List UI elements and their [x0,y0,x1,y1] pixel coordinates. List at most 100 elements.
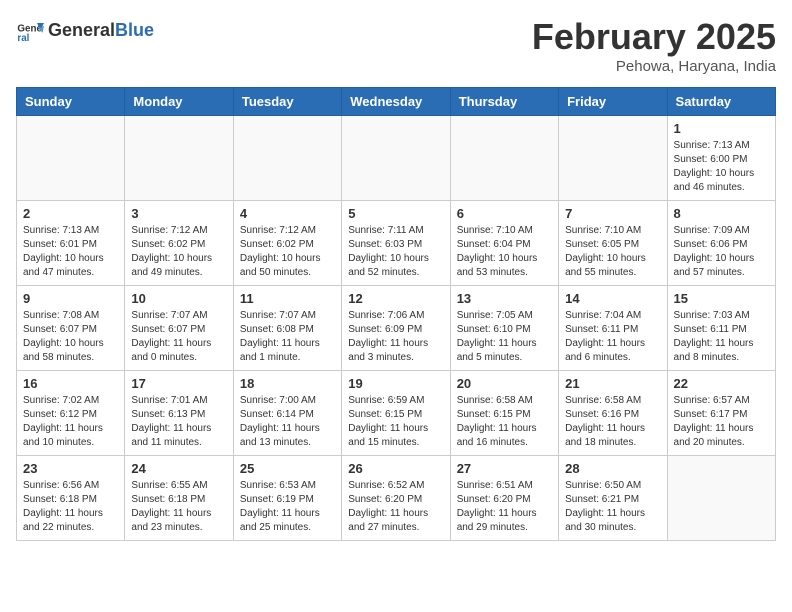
page-header: Gene ral GeneralBlue February 2025 Pehow… [16,16,776,75]
calendar-cell: 14Sunrise: 7:04 AM Sunset: 6:11 PM Dayli… [559,286,667,371]
calendar-cell: 5Sunrise: 7:11 AM Sunset: 6:03 PM Daylig… [342,201,450,286]
day-number: 16 [23,376,118,391]
day-info: Sunrise: 7:10 AM Sunset: 6:04 PM Dayligh… [457,224,552,280]
day-number: 11 [240,291,335,306]
day-info: Sunrise: 6:57 AM Sunset: 6:17 PM Dayligh… [674,394,769,450]
day-info: Sunrise: 7:13 AM Sunset: 6:00 PM Dayligh… [674,139,769,195]
weekday-header-wednesday: Wednesday [342,88,450,116]
day-number: 6 [457,206,552,221]
calendar-cell: 26Sunrise: 6:52 AM Sunset: 6:20 PM Dayli… [342,456,450,541]
day-info: Sunrise: 6:58 AM Sunset: 6:15 PM Dayligh… [457,394,552,450]
day-info: Sunrise: 7:00 AM Sunset: 6:14 PM Dayligh… [240,394,335,450]
calendar-cell: 28 Sunrise: 6:50 AM Sunset: 6:21 PM Dayli… [559,456,667,541]
calendar-week-row: 23Sunrise: 6:56 AM Sunset: 6:18 PM Dayli… [17,456,776,541]
calendar-cell [559,116,667,201]
calendar-week-row: 1 Sunrise: 7:13 AM Sunset: 6:00 PM Daylig… [17,116,776,201]
calendar-cell: 19 Sunrise: 6:59 AM Sunset: 6:15 PM Dayli… [342,371,450,456]
day-info: Sunrise: 6:59 AM Sunset: 6:15 PM Dayligh… [348,394,443,450]
calendar-cell: 2 Sunrise: 7:13 AM Sunset: 6:01 PM Daylig… [17,201,125,286]
title-block: February 2025 Pehowa, Haryana, India [532,16,776,75]
calendar-cell: 27Sunrise: 6:51 AM Sunset: 6:20 PM Dayli… [450,456,558,541]
day-number: 1 [674,121,769,136]
calendar-title: February 2025 [532,16,776,58]
day-info: Sunrise: 6:51 AM Sunset: 6:20 PM Dayligh… [457,479,552,535]
day-info: Sunrise: 6:50 AM Sunset: 6:21 PM Dayligh… [565,479,660,535]
calendar-cell: 17Sunrise: 7:01 AM Sunset: 6:13 PM Dayli… [125,371,233,456]
day-number: 2 [23,206,118,221]
logo-general-text: General [48,20,115,40]
calendar-cell: 25 Sunrise: 6:53 AM Sunset: 6:19 PM Dayli… [233,456,341,541]
calendar-week-row: 2 Sunrise: 7:13 AM Sunset: 6:01 PM Daylig… [17,201,776,286]
calendar-cell: 20 Sunrise: 6:58 AM Sunset: 6:15 PM Dayli… [450,371,558,456]
day-number: 9 [23,291,118,306]
day-number: 10 [131,291,226,306]
day-info: Sunrise: 7:09 AM Sunset: 6:06 PM Dayligh… [674,224,769,280]
calendar-cell: 10 Sunrise: 7:07 AM Sunset: 6:07 PM Dayli… [125,286,233,371]
day-info: Sunrise: 6:58 AM Sunset: 6:16 PM Dayligh… [565,394,660,450]
day-number: 3 [131,206,226,221]
calendar-week-row: 16 Sunrise: 7:02 AM Sunset: 6:12 PM Dayli… [17,371,776,456]
day-number: 17 [131,376,226,391]
calendar-cell: 21 Sunrise: 6:58 AM Sunset: 6:16 PM Dayli… [559,371,667,456]
day-info: Sunrise: 6:53 AM Sunset: 6:19 PM Dayligh… [240,479,335,535]
calendar-cell: 13Sunrise: 7:05 AM Sunset: 6:10 PM Dayli… [450,286,558,371]
day-number: 20 [457,376,552,391]
logo-blue-text: Blue [115,20,154,40]
calendar-cell: 7 Sunrise: 7:10 AM Sunset: 6:05 PM Daylig… [559,201,667,286]
day-number: 15 [674,291,769,306]
calendar-location: Pehowa, Haryana, India [532,58,776,75]
day-info: Sunrise: 7:06 AM Sunset: 6:09 PM Dayligh… [348,309,443,365]
day-number: 23 [23,461,118,476]
calendar-cell: 9 Sunrise: 7:08 AM Sunset: 6:07 PM Daylig… [17,286,125,371]
calendar-cell: 12 Sunrise: 7:06 AM Sunset: 6:09 PM Dayli… [342,286,450,371]
calendar-week-row: 9 Sunrise: 7:08 AM Sunset: 6:07 PM Daylig… [17,286,776,371]
day-number: 12 [348,291,443,306]
calendar-cell: 16 Sunrise: 7:02 AM Sunset: 6:12 PM Dayli… [17,371,125,456]
calendar-cell: 1 Sunrise: 7:13 AM Sunset: 6:00 PM Daylig… [667,116,775,201]
day-number: 21 [565,376,660,391]
weekday-header-sunday: Sunday [17,88,125,116]
day-number: 8 [674,206,769,221]
weekday-header-thursday: Thursday [450,88,558,116]
day-number: 26 [348,461,443,476]
calendar-cell [125,116,233,201]
day-number: 5 [348,206,443,221]
calendar-cell: 18 Sunrise: 7:00 AM Sunset: 6:14 PM Dayli… [233,371,341,456]
day-info: Sunrise: 7:12 AM Sunset: 6:02 PM Dayligh… [131,224,226,280]
day-number: 24 [131,461,226,476]
calendar-cell [342,116,450,201]
day-number: 18 [240,376,335,391]
day-number: 7 [565,206,660,221]
weekday-header-monday: Monday [125,88,233,116]
calendar-cell: 11 Sunrise: 7:07 AM Sunset: 6:08 PM Dayli… [233,286,341,371]
calendar-cell: 22 Sunrise: 6:57 AM Sunset: 6:17 PM Dayli… [667,371,775,456]
day-info: Sunrise: 6:55 AM Sunset: 6:18 PM Dayligh… [131,479,226,535]
svg-text:ral: ral [17,33,29,44]
weekday-header-tuesday: Tuesday [233,88,341,116]
day-number: 22 [674,376,769,391]
day-number: 28 [565,461,660,476]
calendar-cell: 6 Sunrise: 7:10 AM Sunset: 6:04 PM Daylig… [450,201,558,286]
day-number: 14 [565,291,660,306]
calendar-cell: 15Sunrise: 7:03 AM Sunset: 6:11 PM Dayli… [667,286,775,371]
day-info: Sunrise: 7:07 AM Sunset: 6:08 PM Dayligh… [240,309,335,365]
day-info: Sunrise: 7:10 AM Sunset: 6:05 PM Dayligh… [565,224,660,280]
calendar-cell: 24 Sunrise: 6:55 AM Sunset: 6:18 PM Dayli… [125,456,233,541]
weekday-header-row: SundayMondayTuesdayWednesdayThursdayFrid… [17,88,776,116]
logo: Gene ral GeneralBlue [16,16,154,44]
calendar-cell: 8 Sunrise: 7:09 AM Sunset: 6:06 PM Daylig… [667,201,775,286]
day-number: 4 [240,206,335,221]
day-info: Sunrise: 7:13 AM Sunset: 6:01 PM Dayligh… [23,224,118,280]
calendar-cell [17,116,125,201]
calendar-table: SundayMondayTuesdayWednesdayThursdayFrid… [16,87,776,541]
day-info: Sunrise: 7:02 AM Sunset: 6:12 PM Dayligh… [23,394,118,450]
calendar-cell: 3 Sunrise: 7:12 AM Sunset: 6:02 PM Daylig… [125,201,233,286]
day-info: Sunrise: 7:05 AM Sunset: 6:10 PM Dayligh… [457,309,552,365]
day-info: Sunrise: 7:08 AM Sunset: 6:07 PM Dayligh… [23,309,118,365]
calendar-cell [233,116,341,201]
weekday-header-saturday: Saturday [667,88,775,116]
logo-icon: Gene ral [16,16,44,44]
day-info: Sunrise: 7:07 AM Sunset: 6:07 PM Dayligh… [131,309,226,365]
day-number: 25 [240,461,335,476]
day-number: 19 [348,376,443,391]
